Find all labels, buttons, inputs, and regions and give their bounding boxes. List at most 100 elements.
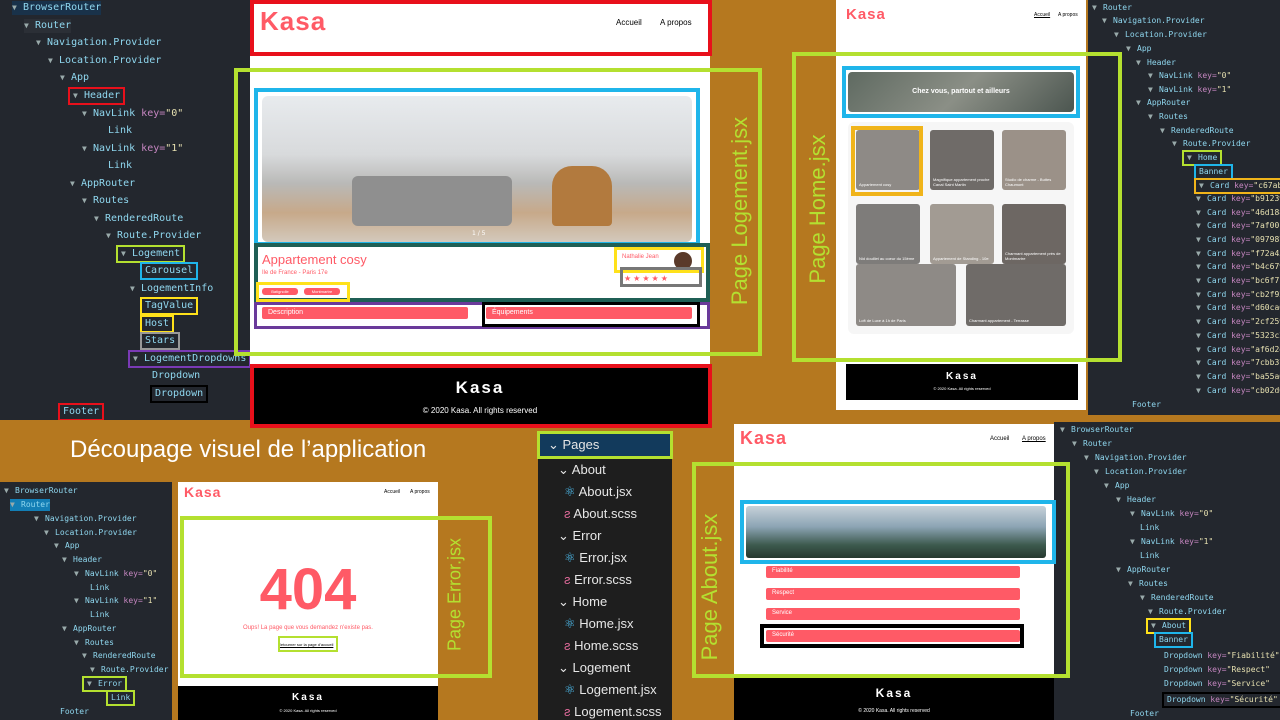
tree-node[interactable]: ▼ BrowserRouter (12, 1, 102, 15)
expand-arrow-icon[interactable]: ▼ (1140, 592, 1148, 604)
tree-node[interactable]: ▼ AppRouter (1136, 97, 1190, 109)
expand-arrow-icon[interactable]: ▼ (130, 282, 138, 296)
explorer-file[interactable]: ƨ About.scss (564, 506, 637, 521)
expand-arrow-icon[interactable]: ▼ (1116, 494, 1124, 506)
expand-arrow-icon[interactable]: ▼ (1130, 508, 1138, 520)
home-card[interactable]: Nid douillet au coeur du 15ème (856, 204, 920, 264)
expand-arrow-icon[interactable]: ▼ (1196, 316, 1204, 328)
tree-node[interactable]: ▼ Routes (1128, 578, 1168, 590)
tree-node[interactable]: ▼ Routes (74, 637, 114, 649)
expand-arrow-icon[interactable]: ▼ (74, 637, 82, 649)
tree-node[interactable]: ▼ BrowserRouter (4, 485, 78, 497)
tree-node[interactable]: Footer (1132, 399, 1161, 411)
tree-node[interactable]: Banner (1194, 164, 1233, 180)
tree-node[interactable]: ▼ Location.Provider (48, 54, 161, 68)
tree-node[interactable]: ▼ NavLink key="0" (74, 568, 157, 580)
tree-node[interactable]: ▼Card key="c67ab8a7" (1194, 178, 1280, 194)
tree-node[interactable]: TagValue (139, 297, 199, 315)
tree-node[interactable]: Dropdown (149, 385, 209, 403)
tree-node[interactable]: ▼Card key="cb02d69b" (1196, 385, 1280, 397)
expand-arrow-icon[interactable]: ▼ (1084, 452, 1092, 464)
tree-node[interactable]: ▼ NavLink key="1" (74, 595, 157, 607)
expand-arrow-icon[interactable]: ▼ (1151, 620, 1159, 632)
explorer-folder[interactable]: ⌄ About (558, 462, 606, 478)
expand-arrow-icon[interactable]: ▼ (1136, 57, 1144, 69)
expand-arrow-icon[interactable]: ▼ (1196, 275, 1204, 287)
expand-arrow-icon[interactable]: ▼ (1094, 466, 1102, 478)
tree-node[interactable]: ▼ Location.Provider (44, 527, 137, 539)
tree-node[interactable]: Footer (57, 403, 105, 420)
tree-node[interactable]: ▼Card key="7af00cd6" (1196, 220, 1280, 232)
expand-arrow-icon[interactable]: ▼ (133, 352, 141, 366)
tree-node[interactable]: ▼ Navigation.Provider (1084, 452, 1187, 464)
tree-node[interactable]: Footer (60, 706, 89, 718)
expand-arrow-icon[interactable]: ▼ (73, 89, 81, 103)
tree-node[interactable]: ▼ Location.Provider (1114, 29, 1207, 41)
tree-node[interactable]: ▼ NavLink key="0" (1148, 70, 1231, 82)
about-nav-accueil[interactable]: Accueil (990, 436, 1009, 442)
about-dropdown[interactable]: Sécurité (766, 630, 1020, 642)
tree-node[interactable]: ▼ About (1145, 618, 1192, 634)
tree-node[interactable]: ▼Card key="d60ca600" (1196, 302, 1280, 314)
equipements-dropdown[interactable]: Équipements (486, 307, 692, 319)
expand-arrow-icon[interactable]: ▼ (1196, 371, 1204, 383)
expand-arrow-icon[interactable]: ▼ (1102, 15, 1110, 27)
tree-node[interactable]: ▼Card key="f72a452f" (1196, 248, 1280, 260)
tree-node[interactable]: ▼ Router (24, 19, 72, 33)
tree-node[interactable]: ▼Card key="af6d2d48" (1196, 344, 1280, 356)
tree-node[interactable]: ▼ NavLink key="1" (1148, 84, 1231, 96)
expand-arrow-icon[interactable]: ▼ (1187, 152, 1195, 164)
tree-node[interactable]: ▼Card key="ba55a0cc" (1196, 371, 1280, 383)
tree-node[interactable]: ▼ Navigation.Provider (1102, 15, 1205, 27)
expand-arrow-icon[interactable]: ▼ (1196, 344, 1204, 356)
tree-node[interactable]: ▼ Route.Provider (1172, 138, 1250, 150)
home-card[interactable]: Charmant appartement - Terrasse (966, 264, 1066, 326)
explorer-file[interactable]: ƨ Logement.scss (564, 704, 662, 719)
explorer-file[interactable]: ⚛ Home.jsx (564, 616, 633, 632)
tree-node[interactable]: ▼ LogementInfo (130, 282, 213, 296)
expand-arrow-icon[interactable]: ▼ (1172, 138, 1180, 150)
expand-arrow-icon[interactable]: ▼ (1148, 84, 1156, 96)
tree-node[interactable]: ▼ Logement (115, 245, 186, 263)
tree-node[interactable]: ▼Card key="0979876d" (1196, 234, 1280, 246)
tree-node[interactable]: ▼ App (60, 71, 89, 85)
expand-arrow-icon[interactable]: ▼ (1196, 261, 1204, 273)
tree-node[interactable]: Dropdown key="Sécurité" (1162, 692, 1280, 708)
nav-accueil[interactable]: Accueil (616, 18, 642, 27)
expand-arrow-icon[interactable]: ▼ (62, 623, 70, 635)
tree-node[interactable]: ▼ NavLink key="1" (1130, 536, 1213, 548)
expand-arrow-icon[interactable]: ▼ (1196, 330, 1204, 342)
tree-node[interactable]: ▼ Header (1136, 57, 1176, 69)
expand-arrow-icon[interactable]: ▼ (70, 177, 78, 191)
expand-arrow-icon[interactable]: ▼ (54, 540, 62, 552)
expand-arrow-icon[interactable]: ▼ (1199, 180, 1207, 192)
expand-arrow-icon[interactable]: ▼ (121, 247, 129, 261)
error-nav-accueil[interactable]: Accueil (384, 489, 400, 495)
about-dropdown[interactable]: Fiabilité (766, 566, 1020, 578)
expand-arrow-icon[interactable]: ▼ (1092, 2, 1100, 14)
expand-arrow-icon[interactable]: ▼ (44, 527, 52, 539)
tree-node[interactable]: Dropdown key="Service" (1164, 678, 1270, 690)
expand-arrow-icon[interactable]: ▼ (1136, 97, 1144, 109)
explorer-folder[interactable]: ⌄ Logement (558, 660, 630, 676)
tree-node[interactable]: Link (108, 124, 132, 138)
tree-node[interactable]: ▼ LogementDropdowns (127, 350, 250, 368)
tree-node[interactable]: ▼ AppRouter (62, 623, 116, 635)
expand-arrow-icon[interactable]: ▼ (1104, 480, 1112, 492)
tree-node[interactable]: ▼ RenderedRoute (1140, 592, 1214, 604)
expand-arrow-icon[interactable]: ▼ (60, 71, 68, 85)
tree-node[interactable]: ▼ Location.Provider (1094, 466, 1187, 478)
tree-node[interactable]: ▼ RenderedRoute (82, 650, 156, 662)
home-card[interactable]: Appartement de Standing - 10e (930, 204, 994, 264)
tree-node[interactable]: ▼ NavLink key="1" (82, 142, 183, 156)
tree-node[interactable]: Link (105, 690, 136, 706)
expand-arrow-icon[interactable]: ▼ (82, 650, 90, 662)
carousel[interactable]: 1 / 5 (262, 96, 692, 242)
expand-arrow-icon[interactable]: ▼ (48, 54, 56, 68)
expand-arrow-icon[interactable]: ▼ (74, 595, 82, 607)
error-nav-apropos[interactable]: A propos (410, 489, 430, 495)
tree-node[interactable]: ▼ Routes (1148, 111, 1188, 123)
expand-arrow-icon[interactable]: ▼ (34, 513, 42, 525)
explorer-file[interactable]: ⚛ About.jsx (564, 484, 632, 500)
tree-node[interactable]: Dropdown key="Fiabilité" (1164, 650, 1280, 662)
